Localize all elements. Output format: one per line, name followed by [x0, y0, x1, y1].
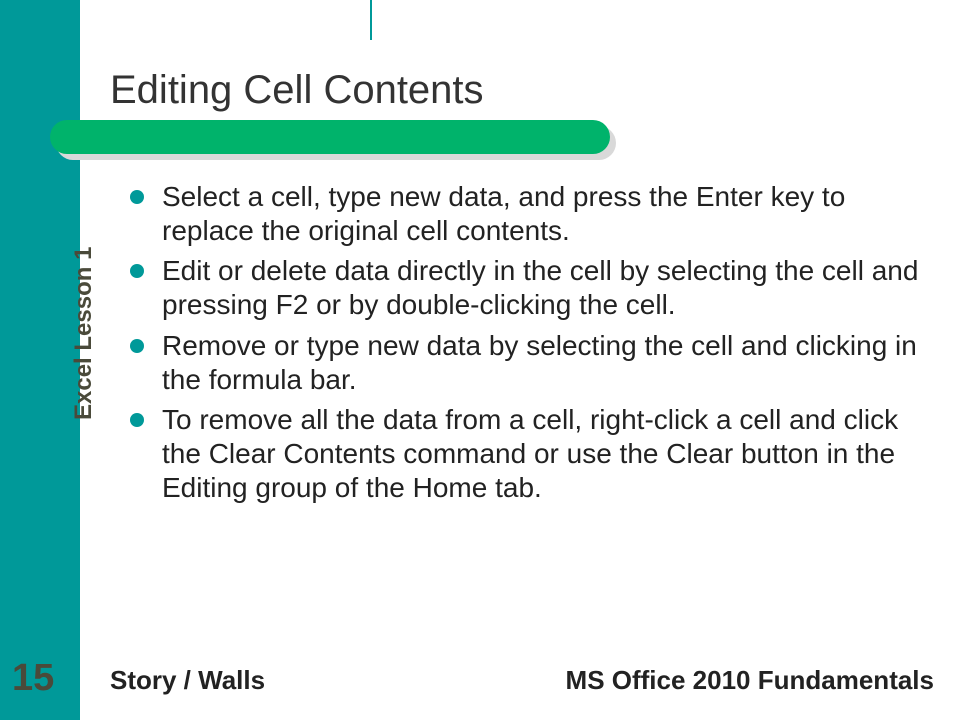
- bullet-list: Select a cell, type new data, and press …: [130, 180, 920, 511]
- bullet-item: Remove or type new data by selecting the…: [130, 329, 920, 397]
- sidebar-band: [0, 0, 80, 720]
- title-underline: [50, 120, 610, 154]
- side-label: Excel Lesson 1: [70, 247, 98, 420]
- bullet-item: Edit or delete data directly in the cell…: [130, 254, 920, 322]
- slide: Editing Cell Contents Select a cell, typ…: [0, 0, 960, 720]
- page-number: 15: [12, 657, 54, 700]
- footer-left: Story / Walls: [110, 665, 265, 696]
- slide-title: Editing Cell Contents: [110, 68, 484, 113]
- top-divider: [370, 0, 372, 40]
- bullet-item: Select a cell, type new data, and press …: [130, 180, 920, 248]
- footer-right: MS Office 2010 Fundamentals: [566, 665, 934, 696]
- bullet-item: To remove all the data from a cell, righ…: [130, 403, 920, 505]
